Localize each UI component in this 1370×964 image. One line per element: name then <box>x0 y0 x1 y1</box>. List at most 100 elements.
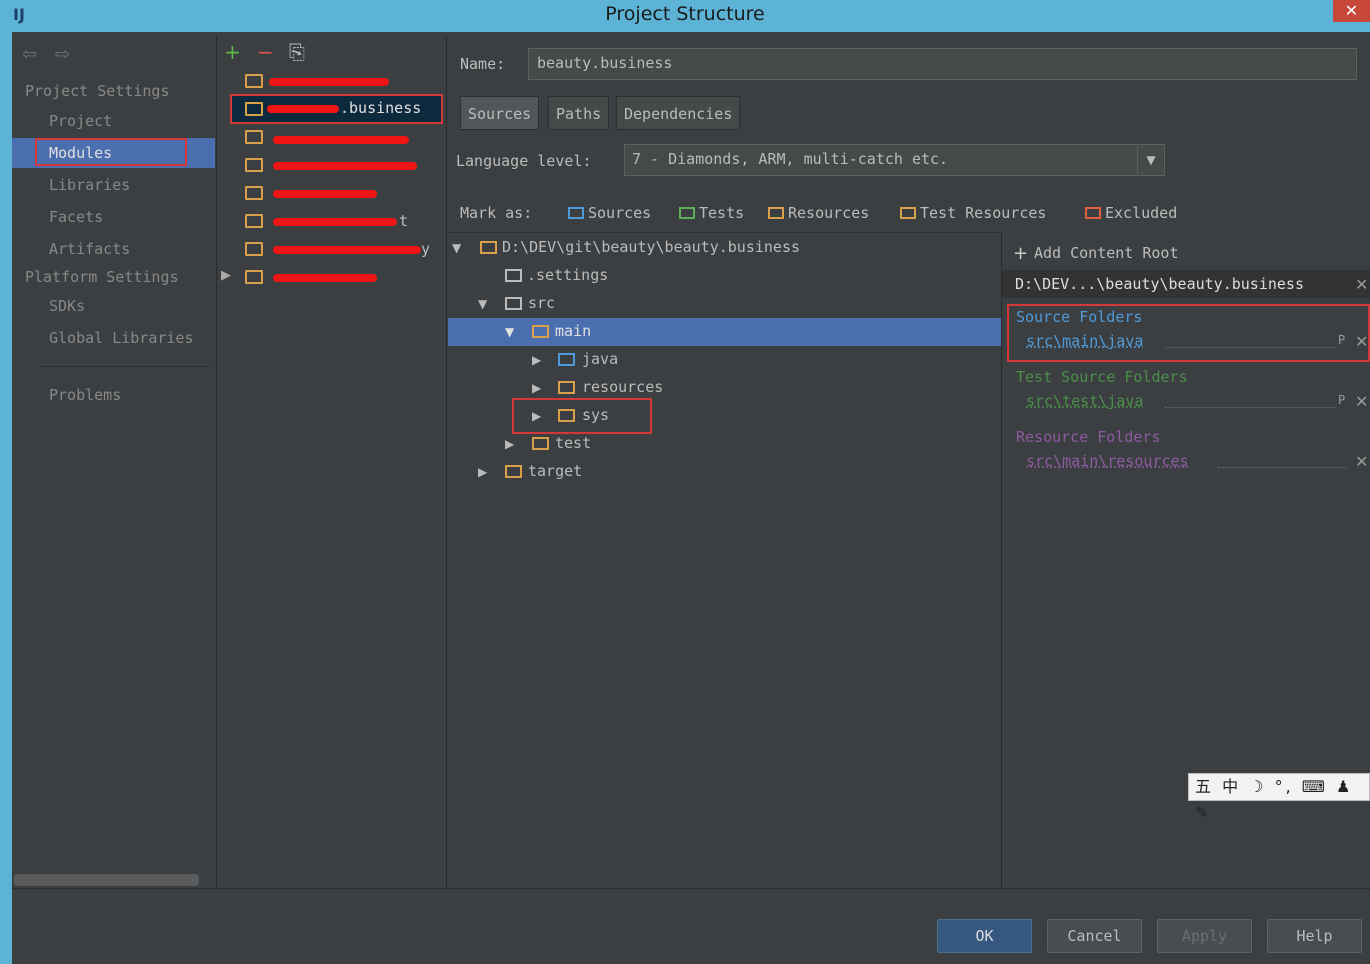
window-title: Project Structure <box>605 3 765 25</box>
tests-folder-icon <box>679 207 695 219</box>
tab-dependencies[interactable]: Dependencies <box>616 96 741 130</box>
module-name-input[interactable]: beauty.business <box>528 48 1357 80</box>
package-prefix-icon[interactable]: P <box>1338 393 1345 407</box>
module-row[interactable] <box>245 128 425 148</box>
tree-node-label: java <box>582 350 619 368</box>
nav-item-artifacts[interactable]: Artifacts <box>49 240 130 258</box>
mark-as-sources-label: Sources <box>588 204 652 222</box>
redaction-mark <box>273 274 377 282</box>
test-source-folders-heading: Test Source Folders <box>1016 368 1188 386</box>
resource-folders-heading: Resource Folders <box>1016 428 1161 446</box>
resource-folder-path[interactable]: src\main\resources <box>1026 452 1189 470</box>
chevron-down-icon[interactable]: ▼ <box>1137 146 1164 174</box>
mark-as-test-resources-button[interactable]: Test Resources <box>900 204 1046 222</box>
folder-icon <box>505 297 522 310</box>
module-folder-icon <box>245 242 263 256</box>
module-row[interactable] <box>245 156 425 176</box>
nav-item-facets[interactable]: Facets <box>49 208 103 226</box>
module-row[interactable]: t <box>245 212 425 232</box>
folder-icon <box>505 269 522 282</box>
ok-button[interactable]: OK <box>937 919 1032 953</box>
tree-node-src[interactable]: ▼ src <box>478 294 598 316</box>
tree-node-main[interactable]: ▼ main <box>505 322 625 344</box>
redaction-mark <box>269 78 389 86</box>
mark-as-resources-button[interactable]: Resources <box>768 204 869 222</box>
tab-paths[interactable]: Paths <box>548 96 610 130</box>
tree-node-root[interactable]: ▼ D:\DEV\git\beauty\beauty.business <box>452 238 872 260</box>
dotted-leader <box>1165 407 1335 409</box>
cancel-button[interactable]: Cancel <box>1047 919 1142 953</box>
test-resources-folder-icon <box>900 207 916 219</box>
tree-node-label: D:\DEV\git\beauty\beauty.business <box>502 238 801 256</box>
apply-button[interactable]: Apply <box>1157 919 1252 953</box>
folder-icon <box>532 325 549 338</box>
mark-as-resources-label: Resources <box>788 204 870 222</box>
forward-arrow-icon[interactable]: ⇨ <box>55 44 70 65</box>
source-folder-icon <box>558 353 575 366</box>
collapsed-arrow-icon[interactable]: ▶ <box>478 465 487 479</box>
test-source-folder-path[interactable]: src\test\java <box>1026 392 1143 410</box>
module-row[interactable] <box>245 72 425 92</box>
tree-node-label: test <box>555 434 592 452</box>
module-folder-icon <box>245 102 263 116</box>
tree-node-resources[interactable]: ▶ resources <box>532 378 692 400</box>
module-row[interactable] <box>245 268 425 288</box>
tree-node-label: src <box>528 294 556 312</box>
module-name-partial: .business <box>340 99 422 117</box>
expanded-arrow-icon[interactable]: ▼ <box>478 297 487 311</box>
nav-heading-project-settings: Project Settings <box>25 82 170 100</box>
language-level-value: 7 - Diamonds, ARM, multi-catch etc. <box>632 150 949 168</box>
close-button[interactable]: ✕ <box>1333 0 1370 22</box>
nav-scrollbar[interactable] <box>14 874 199 886</box>
remove-module-icon[interactable]: − <box>257 40 274 64</box>
add-module-icon[interactable]: + <box>224 40 241 64</box>
mark-as-excluded-button[interactable]: Excluded <box>1085 204 1177 222</box>
annotation-box <box>512 398 652 434</box>
expand-arrow-icon[interactable]: ▶ <box>221 268 231 283</box>
folder-icon <box>505 465 522 478</box>
resources-folder-icon <box>558 381 575 394</box>
redaction-mark <box>273 246 421 254</box>
module-folder-icon <box>245 214 263 228</box>
mark-as-sources-button[interactable]: Sources <box>568 204 651 222</box>
window-frame <box>0 32 12 964</box>
nav-item-global-libraries[interactable]: Global Libraries <box>49 329 194 347</box>
tree-node-label: .settings <box>527 266 609 284</box>
redaction-mark <box>273 190 377 198</box>
ime-toolbar[interactable]: 五 中 ☽ °, ⌨ ♟ ✎ <box>1188 773 1370 822</box>
remove-test-source-folder-icon[interactable]: ✕ <box>1355 392 1368 411</box>
module-name-partial: y <box>421 240 431 258</box>
redaction-mark <box>267 105 339 113</box>
mark-as-label: Mark as: <box>460 204 533 222</box>
remove-content-root-icon[interactable]: ✕ <box>1355 275 1368 294</box>
collapsed-arrow-icon[interactable]: ▶ <box>505 437 514 451</box>
nav-heading-platform-settings: Platform Settings <box>25 268 179 286</box>
copy-module-icon[interactable]: ⎘ <box>289 40 305 64</box>
collapsed-arrow-icon[interactable]: ▶ <box>532 381 541 395</box>
module-row[interactable] <box>245 184 425 204</box>
tree-node-test[interactable]: ▶ test <box>505 434 615 456</box>
tree-node-target[interactable]: ▶ target <box>478 462 608 484</box>
tree-node-settings[interactable]: .settings <box>505 266 655 288</box>
tree-node-label: main <box>555 322 592 340</box>
back-arrow-icon[interactable]: ⇦ <box>22 44 37 65</box>
nav-item-problems[interactable]: Problems <box>49 386 121 404</box>
expanded-arrow-icon[interactable]: ▼ <box>452 241 461 255</box>
help-button[interactable]: Help <box>1267 919 1362 953</box>
module-row[interactable]: y <box>245 240 435 260</box>
tree-node-java[interactable]: ▶ java <box>532 350 652 372</box>
plus-icon[interactable]: + <box>1013 243 1028 264</box>
divider <box>12 888 1370 889</box>
module-name-partial: t <box>399 212 409 230</box>
nav-item-sdks[interactable]: SDKs <box>49 297 85 315</box>
mark-as-tests-label: Tests <box>699 204 745 222</box>
add-content-root-link[interactable]: Add Content Root <box>1034 244 1179 262</box>
nav-item-project[interactable]: Project <box>49 112 112 130</box>
mark-as-tests-button[interactable]: Tests <box>679 204 744 222</box>
collapsed-arrow-icon[interactable]: ▶ <box>532 353 541 367</box>
expanded-arrow-icon[interactable]: ▼ <box>505 325 514 339</box>
remove-resource-folder-icon[interactable]: ✕ <box>1355 452 1368 471</box>
nav-item-libraries[interactable]: Libraries <box>49 176 130 194</box>
tab-sources[interactable]: Sources <box>460 96 540 130</box>
mark-as-excluded-label: Excluded <box>1105 204 1178 222</box>
